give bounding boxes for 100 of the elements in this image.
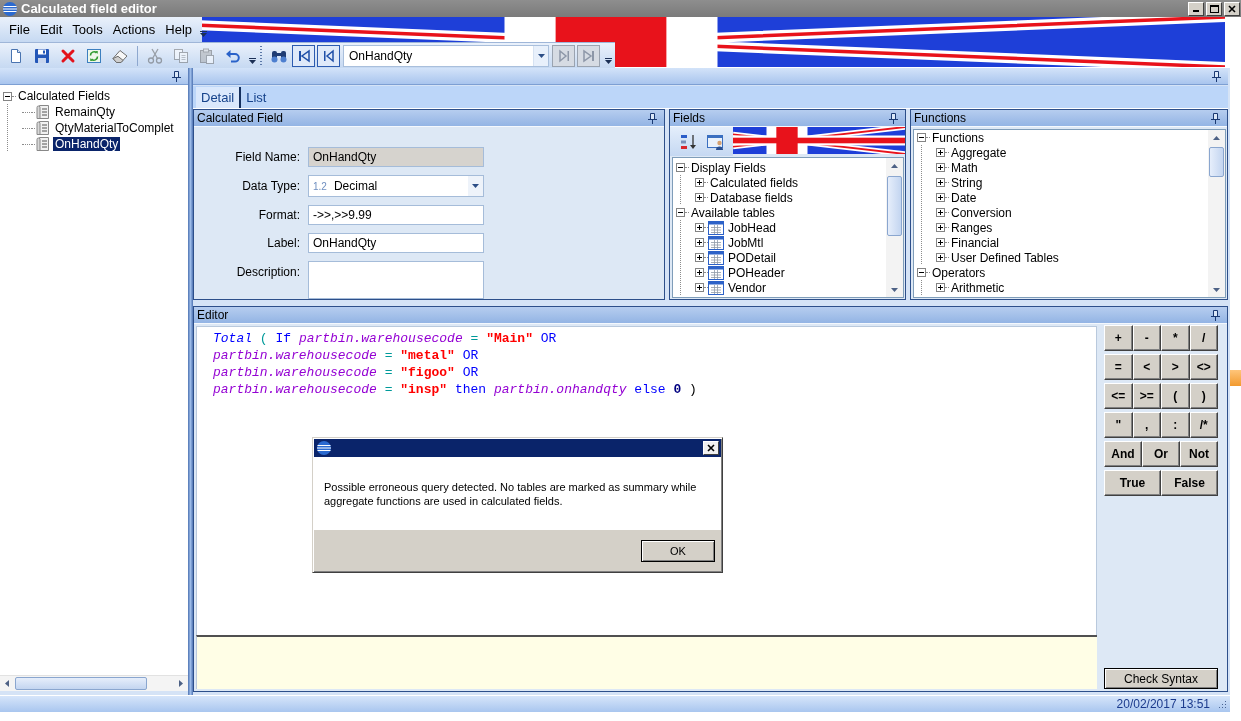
menu-item[interactable]: File — [4, 20, 35, 39]
tree-item[interactable]: Calculated Fields — [16, 89, 113, 103]
check-syntax-button[interactable]: Check Syntax — [1104, 668, 1218, 689]
pin-icon[interactable] — [1211, 309, 1220, 321]
operator-button[interactable]: <= — [1104, 383, 1133, 409]
text-field[interactable]: OnHandQty — [308, 233, 484, 253]
tree-item[interactable]: JobMtl — [726, 235, 766, 250]
text-field[interactable]: OnHandQty — [308, 147, 484, 167]
menu-item[interactable]: Help — [160, 20, 198, 39]
tree-item[interactable]: Calculated fields — [708, 175, 801, 190]
operator-button[interactable]: " — [1104, 412, 1133, 438]
operator-button[interactable]: - — [1132, 325, 1161, 351]
dropdown-button[interactable] — [468, 176, 483, 196]
operator-button[interactable]: <> — [1189, 354, 1218, 380]
tree-item[interactable]: POHeader — [726, 265, 787, 280]
operator-button[interactable]: /* — [1189, 412, 1218, 438]
close-button[interactable] — [1224, 1, 1240, 16]
minus-box-icon[interactable] — [917, 268, 926, 277]
dropdown-field[interactable]: 1.2 Decimal — [308, 175, 484, 197]
plus-box-icon[interactable] — [936, 193, 945, 202]
pin-icon[interactable] — [889, 112, 898, 124]
operator-button[interactable]: / — [1189, 325, 1218, 351]
minus-box-icon[interactable] — [3, 91, 12, 101]
close-button[interactable] — [703, 441, 719, 455]
operator-button[interactable]: + — [1104, 325, 1133, 351]
plus-box-icon[interactable] — [936, 148, 945, 157]
operator-button[interactable]: < — [1132, 354, 1161, 380]
plus-box-icon[interactable] — [936, 238, 945, 247]
overflow-caret-icon[interactable] — [605, 57, 612, 64]
tree-item[interactable]: JobHead — [726, 220, 779, 235]
tree-item[interactable]: Ranges — [949, 220, 995, 235]
plus-box-icon[interactable] — [936, 283, 945, 292]
plus-box-icon[interactable] — [695, 223, 704, 232]
operator-button[interactable]: ) — [1189, 383, 1218, 409]
tree-item[interactable]: Conversion — [949, 205, 1014, 220]
tree-item[interactable]: Vendor — [726, 280, 769, 295]
tab[interactable]: Detail — [196, 87, 242, 108]
tree-item[interactable]: Date — [949, 190, 979, 205]
maximize-button[interactable] — [1206, 1, 1222, 16]
tree-item[interactable]: Database fields — [708, 190, 795, 205]
tree-item[interactable]: OnHandQty — [53, 137, 121, 151]
plus-box-icon[interactable] — [695, 268, 704, 277]
tree-item[interactable]: Display Fields — [689, 160, 768, 175]
tree-item[interactable]: Financial — [949, 235, 1002, 250]
pin-icon[interactable] — [172, 70, 181, 82]
plus-box-icon[interactable] — [936, 163, 945, 172]
previous-record-button[interactable] — [317, 44, 340, 67]
operator-button[interactable]: ( — [1161, 383, 1190, 409]
operator-button[interactable]: Or — [1142, 441, 1180, 467]
minimize-button[interactable] — [1188, 1, 1204, 16]
operator-button[interactable]: > — [1161, 354, 1190, 380]
plus-box-icon[interactable] — [695, 178, 704, 187]
operator-button[interactable]: * — [1161, 325, 1190, 351]
tree-item[interactable]: Functions — [930, 130, 987, 145]
tree-item[interactable]: QtyMaterialToComplet — [53, 121, 176, 135]
tree-item[interactable]: String — [949, 175, 985, 190]
operator-button[interactable]: = — [1104, 354, 1133, 380]
pin-icon[interactable] — [1211, 112, 1220, 124]
operator-button[interactable]: Not — [1180, 441, 1218, 467]
operator-button[interactable]: : — [1161, 412, 1190, 438]
plus-box-icon[interactable] — [695, 193, 704, 202]
tree-item[interactable]: Operators — [930, 265, 988, 280]
menu-item[interactable]: Tools — [67, 20, 108, 39]
operator-button[interactable]: False — [1161, 470, 1218, 496]
ok-button[interactable]: OK — [641, 539, 715, 562]
first-record-button[interactable] — [292, 44, 315, 67]
scrollbar-thumb[interactable] — [15, 677, 147, 690]
tree-item[interactable]: Aggregate — [949, 145, 1009, 160]
tree-item[interactable]: PODetail — [726, 250, 779, 265]
plus-box-icon[interactable] — [936, 208, 945, 217]
minus-box-icon[interactable] — [676, 208, 685, 217]
menu-item[interactable]: Actions — [107, 20, 161, 39]
tree-item[interactable]: Arithmetic — [949, 280, 1007, 295]
plus-box-icon[interactable] — [936, 178, 945, 187]
plus-box-icon[interactable] — [936, 223, 945, 232]
plus-box-icon[interactable] — [695, 238, 704, 247]
operator-button[interactable]: And — [1104, 441, 1142, 467]
dropdown-button[interactable] — [533, 45, 548, 66]
operator-button[interactable]: , — [1132, 412, 1161, 438]
output-box[interactable] — [196, 635, 1097, 689]
pin-icon[interactable] — [648, 112, 657, 124]
plus-box-icon[interactable] — [695, 283, 704, 292]
scrollbar-thumb[interactable] — [887, 176, 902, 236]
plus-box-icon[interactable] — [936, 253, 945, 262]
overflow-caret-icon[interactable] — [200, 30, 208, 37]
tab[interactable]: List — [241, 87, 274, 108]
operator-button[interactable]: >= — [1132, 383, 1161, 409]
scrollbar-thumb[interactable] — [1209, 147, 1224, 177]
tree-item[interactable]: User Defined Tables — [949, 250, 1061, 265]
tree-item[interactable]: Available tables — [689, 205, 777, 220]
operator-button[interactable]: True — [1104, 470, 1161, 496]
pin-icon[interactable] — [1212, 70, 1221, 82]
plus-box-icon[interactable] — [695, 253, 704, 262]
menu-item[interactable]: Edit — [34, 20, 68, 39]
tree-item[interactable]: Math — [949, 160, 980, 175]
overflow-caret-icon[interactable] — [249, 57, 256, 64]
tree-item[interactable]: RemainQty — [53, 105, 118, 119]
record-dropdown[interactable]: OnHandQty — [343, 44, 549, 67]
text-field[interactable]: ->>,>>9.99 — [308, 205, 484, 225]
minus-box-icon[interactable] — [917, 133, 926, 142]
